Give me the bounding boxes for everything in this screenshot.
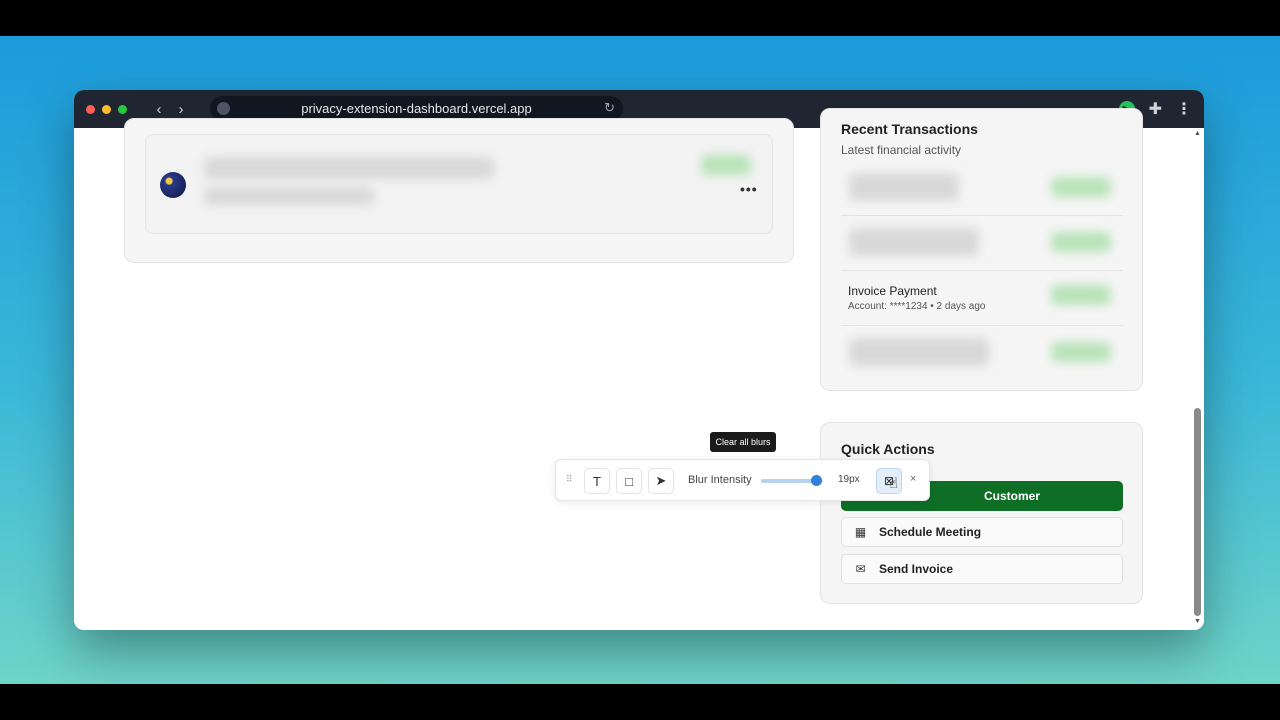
blurred-transaction <box>849 173 959 201</box>
nav-arrows: ‹ › <box>153 101 187 118</box>
recent-transactions-title: Recent Transactions <box>841 121 978 137</box>
minimize-window-button[interactable] <box>102 104 111 114</box>
blurred-amount <box>1051 177 1111 197</box>
more-options-icon[interactable]: ••• <box>740 181 758 197</box>
blurred-amount <box>1051 342 1111 362</box>
transaction-title: Invoice Payment <box>848 284 937 298</box>
blur-intensity-label: Blur Intensity <box>688 474 752 486</box>
blur-intensity-value: 19px <box>838 474 860 485</box>
blur-intensity-slider[interactable] <box>761 475 823 486</box>
quick-actions-title: Quick Actions <box>841 441 935 457</box>
drag-handle-icon[interactable]: ⠿ <box>566 474 573 485</box>
calendar-icon: ▦ <box>854 525 867 539</box>
rectangle-tool-button[interactable]: □ <box>616 468 642 494</box>
list-item: Invoice Payment Account: ****1234 • 2 da… <box>841 271 1123 326</box>
clear-blurs-tooltip: Clear all blurs <box>710 432 776 452</box>
back-icon[interactable]: ‹ <box>153 101 165 118</box>
list-item <box>841 216 1123 271</box>
transaction-meta: Account: ****1234 • 2 days ago <box>848 301 986 312</box>
quick-actions-card: Quick Actions Customer ▦ Schedule Meetin… <box>820 422 1143 604</box>
schedule-meeting-label: Schedule Meeting <box>879 525 982 539</box>
blur-toolbar: ⠿ T □ ➤ Blur Intensity 19px ⊠ × <box>555 459 930 501</box>
close-window-button[interactable] <box>86 104 95 114</box>
send-invoice-button[interactable]: ✉ Send Invoice <box>841 554 1123 584</box>
avatar <box>160 172 186 198</box>
desktop-background: ‹ › privacy-extension-dashboard.vercel.a… <box>0 36 1280 684</box>
scroll-down-icon[interactable]: ▼ <box>1194 618 1201 625</box>
blurred-amount <box>1051 285 1111 305</box>
select-tool-button[interactable]: ➤ <box>648 468 674 494</box>
forward-icon[interactable]: › <box>175 101 187 118</box>
blurred-transaction <box>849 338 989 366</box>
hand-cursor-icon: ☝ <box>889 475 899 492</box>
list-item <box>841 326 1123 381</box>
close-toolbar-icon[interactable]: × <box>910 473 916 485</box>
window-controls <box>86 104 127 114</box>
schedule-meeting-button[interactable]: ▦ Schedule Meeting <box>841 517 1123 547</box>
page-content: ••• Recent Transactions Latest financial… <box>74 108 1204 630</box>
blurred-email <box>204 187 374 205</box>
send-invoice-label: Send Invoice <box>879 562 954 576</box>
page-scrollbar[interactable]: ▲ ▼ <box>1191 128 1204 630</box>
browser-window: ‹ › privacy-extension-dashboard.vercel.a… <box>74 90 1204 630</box>
blurred-status <box>701 155 751 175</box>
maximize-window-button[interactable] <box>118 104 127 114</box>
customer-row[interactable]: ••• <box>145 134 773 234</box>
scroll-up-icon[interactable]: ▲ <box>1194 130 1201 137</box>
slider-fill <box>761 479 817 483</box>
customer-card: ••• <box>124 118 794 263</box>
add-customer-label: Customer <box>983 489 1040 503</box>
blurred-transaction <box>849 228 979 256</box>
reload-icon[interactable]: ↻ <box>604 100 615 116</box>
blurred-name <box>204 157 494 179</box>
recent-transactions-card: Recent Transactions Latest financial act… <box>820 108 1143 391</box>
browser-menu-icon[interactable]: ⋮ <box>1176 99 1192 119</box>
list-item <box>841 161 1123 216</box>
blurred-amount <box>1051 232 1111 252</box>
slider-thumb[interactable] <box>811 475 823 486</box>
url-text: privacy-extension-dashboard.vercel.app <box>301 101 532 116</box>
recent-transactions-subtitle: Latest financial activity <box>841 143 962 157</box>
mail-icon: ✉ <box>855 562 866 576</box>
text-tool-button[interactable]: T <box>584 468 610 494</box>
scrollbar-thumb[interactable] <box>1194 408 1201 616</box>
extensions-puzzle-icon[interactable]: ✚ <box>1149 99 1162 119</box>
